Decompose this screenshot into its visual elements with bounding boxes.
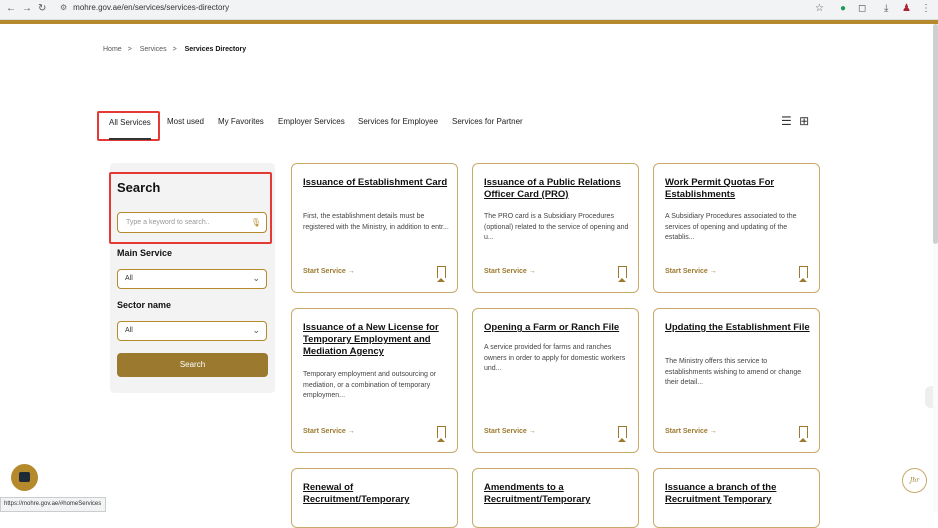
service-card[interactable]: Issuance a branch of the Recruitment Tem… [653,468,820,528]
service-card-title[interactable]: Issuance of Establishment Card [303,177,451,189]
main-service-select[interactable]: All ⌄ [117,269,267,289]
address-bar[interactable]: ⚙ mohre.gov.ae/en/services/services-direc… [60,3,229,12]
grid-view-icon[interactable]: ⊞ [799,114,809,128]
start-service-link[interactable]: Start Service → [484,428,536,435]
active-tab-underline [109,138,151,140]
accessibility-logo[interactable]: Jhr [902,468,927,493]
chevron-down-icon: ⌄ [252,273,260,283]
bookmark-star-icon[interactable]: ☆ [815,3,824,14]
bookmark-icon[interactable] [437,426,446,442]
service-card-title[interactable]: Work Permit Quotas For Establishments [665,177,813,201]
service-card-title[interactable]: Updating the Establishment File [665,322,813,334]
start-service-link[interactable]: Start Service → [303,428,355,435]
service-card-description: A Subsidiary Procedures associated to th… [665,213,797,241]
bookmark-icon[interactable] [437,266,446,282]
breadcrumb: Home > Services > Services Directory [103,46,252,53]
service-card[interactable]: Renewal of Recruitment/Temporary [291,468,458,528]
service-card-description: Temporary employment and outsourcing or … [303,371,437,399]
chat-icon [19,472,30,482]
tab-my-favorites[interactable]: My Favorites [218,111,264,141]
extensions-puzzle-icon[interactable]: ◻ [858,3,866,14]
service-card-title[interactable]: Opening a Farm or Ranch File [484,322,632,334]
list-view-icon[interactable]: ☰ [781,114,792,128]
bookmark-icon[interactable] [618,266,627,282]
back-icon[interactable]: ← [6,3,16,14]
reload-icon[interactable]: ↻ [38,3,46,14]
download-icon[interactable]: ⤓ [884,3,888,14]
chat-button[interactable] [11,464,38,491]
sector-name-select[interactable]: All ⌄ [117,321,267,341]
breadcrumb-home[interactable]: Home [103,46,122,53]
service-card-description: A service provided for farms and ranches… [484,344,626,372]
microphone-icon[interactable]: 🎙 [251,218,261,227]
breadcrumb-current: Services Directory [184,46,247,53]
main-service-label: Main Service [117,248,173,258]
site-info-icon[interactable]: ⚙ [60,3,67,12]
service-card[interactable]: Amendments to a Recruitment/Temporary [472,468,639,528]
service-card[interactable]: Issuance of a Public Relations Officer C… [472,163,639,293]
search-button[interactable]: Search [117,353,268,377]
service-card[interactable]: Issuance of a New License for Temporary … [291,308,458,453]
breadcrumb-services[interactable]: Services [140,46,167,53]
browser-toolbar: ← → ↻ ⚙ mohre.gov.ae/en/services/services… [0,0,938,20]
start-service-link[interactable]: Start Service → [665,268,717,275]
tab-most-used[interactable]: Most used [167,111,204,141]
service-card-title[interactable]: Issuance a branch of the Recruitment Tem… [665,482,813,506]
search-input[interactable]: Type a keyword to search.. 🎙 [117,212,267,233]
service-card[interactable]: Updating the Establishment File The Mini… [653,308,820,453]
sector-name-value: All [125,327,133,334]
scrollbar-thumb[interactable] [933,24,938,244]
header-accent-bar [0,20,938,24]
start-service-link[interactable]: Start Service → [665,428,717,435]
menu-icon[interactable]: ⋮ [921,3,931,14]
tab-employer-services[interactable]: Employer Services [278,111,345,141]
service-card-title[interactable]: Issuance of a New License for Temporary … [303,322,451,358]
chevron-down-icon: ⌄ [252,325,260,335]
status-bar-url: https://mohre.gov.ae/#homeServices [0,497,106,512]
tab-services-for-partner[interactable]: Services for Partner [452,111,523,141]
profile-icon[interactable]: ♟ [902,3,911,14]
chevron-right-icon: > [172,46,177,53]
bookmark-icon[interactable] [618,426,627,442]
sidebar-title: Search [117,180,161,195]
service-card-title[interactable]: Issuance of a Public Relations Officer C… [484,177,632,201]
service-card-title[interactable]: Renewal of Recruitment/Temporary [303,482,451,506]
forward-icon[interactable]: → [22,3,32,14]
start-service-link[interactable]: Start Service → [303,268,355,275]
view-toggle: ☰ ⊞ [781,114,809,128]
service-card[interactable]: Issuance of Establishment Card First, th… [291,163,458,293]
sector-name-label: Sector name [117,300,172,310]
service-card-title[interactable]: Amendments to a Recruitment/Temporary [484,482,632,506]
start-service-link[interactable]: Start Service → [484,268,536,275]
search-placeholder: Type a keyword to search.. [126,219,210,226]
bookmark-icon[interactable] [799,266,808,282]
tab-label: All Services [109,118,151,127]
extension-icon[interactable]: ● [840,3,846,14]
bookmark-icon[interactable] [799,426,808,442]
tab-services-for-employee[interactable]: Services for Employee [358,111,438,141]
service-card[interactable]: Work Permit Quotas For Establishments A … [653,163,820,293]
url-text: mohre.gov.ae/en/services/services-direct… [73,3,230,12]
tab-all-services[interactable]: All Services [97,111,160,141]
service-card-description: First, the establishment details must be… [303,213,449,231]
service-card-description: The Ministry offers this service to esta… [665,358,802,386]
chevron-right-icon: > [127,46,132,53]
main-service-value: All [125,275,133,282]
service-card-description: The PRO card is a Subsidiary Procedures … [484,213,629,241]
service-card[interactable]: Opening a Farm or Ranch File A service p… [472,308,639,453]
